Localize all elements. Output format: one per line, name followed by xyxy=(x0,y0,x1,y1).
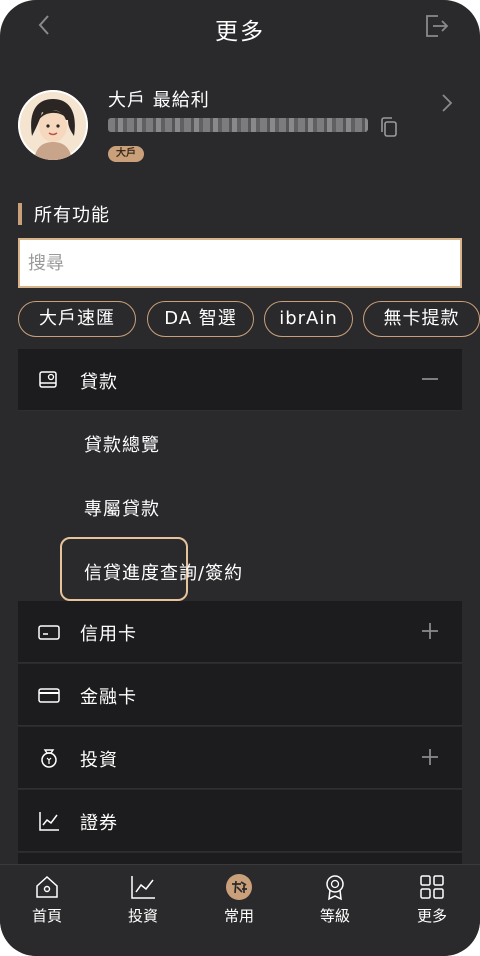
menu-item-credit-card[interactable]: 信用卡 xyxy=(18,601,462,663)
page-title: 更多 xyxy=(215,19,265,45)
line-chart-icon xyxy=(39,812,59,831)
tab-label: 更多 xyxy=(416,907,447,925)
credit-card-icon xyxy=(38,625,60,640)
bottom-tab-bar: 首頁 投資 常用 等級 更多 xyxy=(0,864,480,956)
menu-label-loan: 貸款 xyxy=(80,372,118,393)
search-input[interactable] xyxy=(20,240,460,286)
minus-icon[interactable] xyxy=(420,369,440,389)
copy-icon[interactable] xyxy=(378,116,400,138)
profile-name: 大戶 最給利 xyxy=(108,90,210,111)
logout-icon[interactable] xyxy=(422,12,450,40)
chart-icon xyxy=(131,876,155,899)
quick-chips: 大戶速匯 DA 智選 ibrAin 無卡提款 xyxy=(18,301,480,339)
menu-item-loan[interactable]: 貸款 xyxy=(18,349,462,411)
tab-label: 常用 xyxy=(223,907,254,925)
menu-label-securities: 證券 xyxy=(80,813,118,834)
money-bag-icon xyxy=(41,749,57,768)
submenu-credit-progress[interactable]: 信貸進度查詢/簽約 xyxy=(84,559,243,585)
header: 更多 xyxy=(0,0,480,56)
tab-home[interactable]: 首頁 xyxy=(17,873,77,933)
submenu-exclusive-loan[interactable]: 專屬貸款 xyxy=(84,495,160,521)
section-header: 所有功能 xyxy=(18,202,110,226)
section-title: 所有功能 xyxy=(34,205,110,226)
search-box xyxy=(18,238,462,288)
tab-favorites[interactable]: 常用 xyxy=(209,873,269,933)
menu-item-investment[interactable]: 投資 xyxy=(18,727,462,789)
medal-icon xyxy=(326,875,344,901)
submenu-loan-overview[interactable]: 貸款總覽 xyxy=(84,431,160,457)
tab-label: 首頁 xyxy=(31,907,62,925)
menu-item-debit-card[interactable]: 金融卡 xyxy=(18,664,462,726)
tab-label: 等級 xyxy=(319,907,350,925)
menu-item-securities[interactable]: 證券 xyxy=(18,790,462,852)
phone-screen: 更多 大戶 最給利 大戶 所有功能 搜尋 大戶速匯 DA 智選 ibrAin 無… xyxy=(0,0,480,956)
profile-card[interactable]: 大戶 最給利 大戶 xyxy=(18,84,458,174)
chevron-right-icon[interactable] xyxy=(436,92,458,114)
tier-badge: 大戶 xyxy=(108,146,144,162)
avatar-illustration-icon xyxy=(18,90,88,160)
chip-da-select[interactable]: DA 智選 xyxy=(147,301,254,337)
chip-cardless-withdrawal[interactable]: 無卡提款 xyxy=(363,301,480,337)
tab-investment[interactable]: 投資 xyxy=(113,873,173,933)
account-number-masked xyxy=(108,118,368,132)
debit-card-icon xyxy=(38,688,60,703)
dawho-logo-icon xyxy=(226,874,252,900)
menu-label-investment: 投資 xyxy=(80,750,118,771)
home-icon xyxy=(36,875,58,898)
avatar xyxy=(18,90,88,160)
plus-icon[interactable] xyxy=(420,747,440,767)
tab-more[interactable]: 更多 xyxy=(402,873,462,933)
section-accent-bar xyxy=(18,203,22,225)
menu-label-debit-card: 金融卡 xyxy=(80,687,137,708)
chip-dawho-transfer[interactable]: 大戶速匯 xyxy=(18,301,136,337)
menu-label-credit-card: 信用卡 xyxy=(80,624,137,645)
tab-label: 投資 xyxy=(127,907,158,925)
loan-submenu: 貸款總覽 專屬貸款 信貸進度查詢/簽約 xyxy=(18,411,462,601)
plus-icon[interactable] xyxy=(420,621,440,641)
tab-level[interactable]: 等級 xyxy=(305,873,365,933)
loan-icon xyxy=(39,371,57,388)
chip-ibrain[interactable]: ibrAin xyxy=(264,301,353,337)
grid-icon xyxy=(420,875,444,899)
